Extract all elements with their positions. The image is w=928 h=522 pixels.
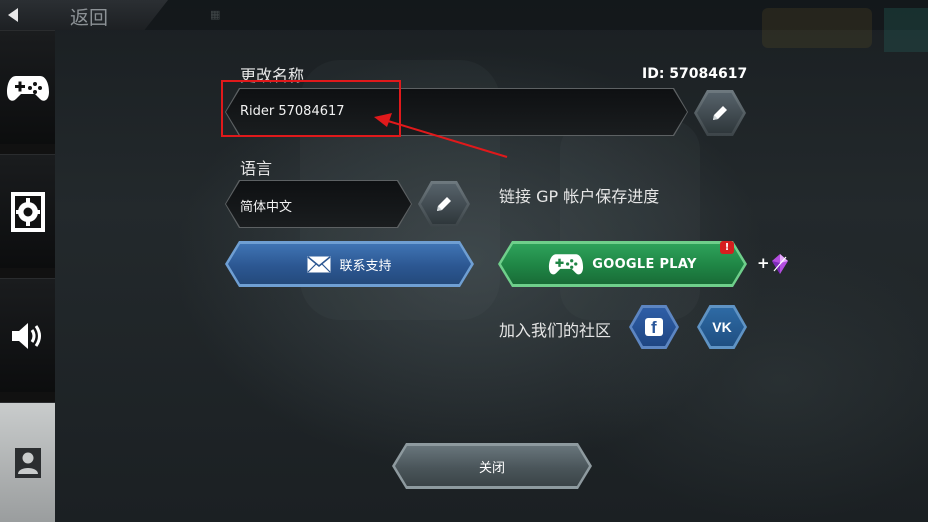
gamepad-icon: [549, 254, 584, 275]
vk-icon: VK: [712, 319, 732, 335]
contact-support-label: 联系支持: [339, 258, 392, 274]
contact-support-button[interactable]: 联系支持: [225, 241, 474, 287]
notification-badge: !: [720, 241, 734, 254]
mail-icon: [307, 255, 331, 272]
close-label: 关闭: [478, 460, 505, 476]
pencil-icon: [437, 197, 451, 211]
close-button[interactable]: 关闭: [392, 443, 592, 489]
facebook-icon: f: [645, 318, 663, 336]
gem-icon: [772, 254, 788, 274]
language-select[interactable]: 简体中文: [226, 181, 411, 227]
language-value: 简体中文: [240, 200, 293, 215]
google-play-button[interactable]: GOOGLE PLAY: [498, 241, 747, 287]
reward-plus: +: [757, 254, 770, 272]
community-label: 加入我们的社区: [499, 321, 612, 340]
link-gp-text: 链接 GP 帐户保存进度: [499, 187, 660, 206]
language-label: 语言: [240, 159, 273, 178]
google-play-label: GOOGLE PLAY: [592, 256, 697, 272]
